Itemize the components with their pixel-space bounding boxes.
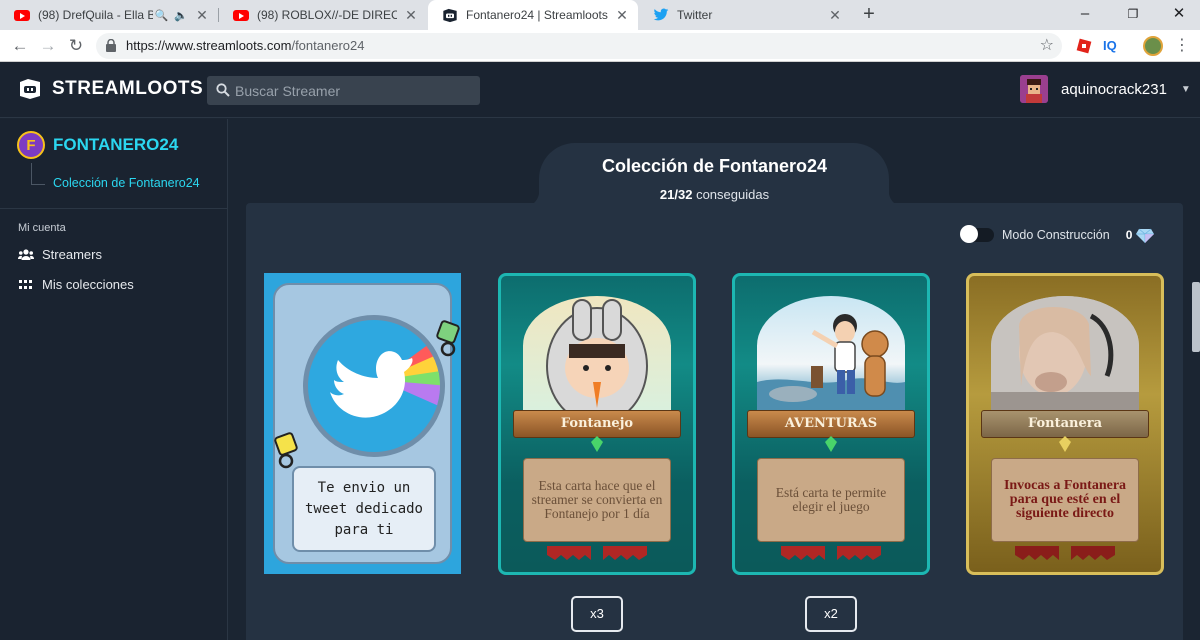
card-aventuras[interactable]: AVENTURAS Está carta te permite elegir e… xyxy=(732,273,930,575)
gem-icon xyxy=(1059,436,1071,452)
collection-progress: 21/32 conseguidas xyxy=(229,187,1200,202)
card-quantity-aventuras: x2 xyxy=(805,596,857,632)
card-fontanejo[interactable]: Fontanejo Esta carta hace que el streame… xyxy=(498,273,696,575)
ribbon-decoration xyxy=(547,546,647,560)
youtube-icon xyxy=(14,7,30,23)
sidebar-section-title: Mi cuenta xyxy=(18,222,66,234)
streamloots-icon xyxy=(442,7,458,23)
brand-name: STREAMLOOTS xyxy=(52,78,204,99)
sidebar-item-streamers[interactable]: Streamers xyxy=(18,247,102,262)
streamer-name: FONTANERO24 xyxy=(53,135,179,154)
gem-count: 0 xyxy=(1125,228,1133,242)
collection-title: Colección de Fontanero24 xyxy=(601,156,828,176)
tab-title: (98) DrefQuila - Ella Busca xyxy=(38,8,153,22)
users-icon xyxy=(18,248,34,260)
minimize-icon[interactable]: – xyxy=(1062,0,1108,30)
speaker-icon[interactable]: 🔈 xyxy=(174,9,188,22)
card-tweet[interactable]: Te envio un tweet dedicado para ti xyxy=(264,273,461,574)
browser-tab-bar: (98) DrefQuila - Ella Busca 🔍 🔈 ✕ (98) R… xyxy=(0,0,1200,30)
collection-count: 21/32 xyxy=(659,187,693,202)
reload-icon[interactable]: ↻ xyxy=(64,34,88,58)
sidebar-streamer-link[interactable]: F FONTANERO24 xyxy=(17,131,178,159)
browser-menu-icon[interactable]: ⋮ xyxy=(1172,36,1192,56)
gem-icon xyxy=(591,436,603,452)
browser-tab-2[interactable]: (98) ROBLOX//-DE DIRECTO ON ✕ xyxy=(219,0,427,30)
card-description: Invocas a Fontanera para que esté en el … xyxy=(991,458,1139,542)
username: aquinocrack231 xyxy=(1061,80,1167,98)
tab-title: Twitter xyxy=(677,8,713,22)
card-description: Esta carta hace que el streamer se convi… xyxy=(523,458,671,542)
url-field[interactable]: https://www.streamloots.com/fontanero24 … xyxy=(96,33,1062,59)
tab-title: Fontanero24 | Streamloots xyxy=(466,8,608,22)
user-avatar xyxy=(1020,75,1048,103)
search-input[interactable] xyxy=(235,76,475,105)
lock-icon xyxy=(106,39,116,52)
sidebar-item-label: Streamers xyxy=(42,247,102,262)
profile-avatar-icon[interactable] xyxy=(1143,36,1163,56)
url-text: https://www.streamloots.com/fontanero24 xyxy=(126,38,364,53)
tab-title: (98) ROBLOX//-DE DIRECTO ON xyxy=(257,8,397,22)
chevron-down-icon: ▼ xyxy=(1180,83,1191,95)
page-scrollbar[interactable] xyxy=(1192,282,1200,352)
search-icon: 🔍 xyxy=(154,9,169,22)
twitter-bird-icon xyxy=(653,7,669,23)
close-tab-icon[interactable]: ✕ xyxy=(827,7,843,23)
card-title: Fontanera xyxy=(981,410,1149,438)
card-tweet-inner: Te envio un tweet dedicado para ti xyxy=(273,283,460,564)
card-description: Está carta te permite elegir el juego xyxy=(757,458,905,542)
user-menu[interactable]: aquinocrack231 ▼ xyxy=(1020,75,1191,103)
site-header: STREAMLOOTS aquinocrack231 ▼ xyxy=(0,62,1200,118)
ring-icon xyxy=(436,320,460,357)
card-art xyxy=(991,296,1139,420)
search-icon xyxy=(216,83,230,97)
main-content: Colección de Fontanero24 21/32 conseguid… xyxy=(229,119,1200,640)
card-art xyxy=(523,296,671,420)
bookmark-star-icon[interactable]: ☆ xyxy=(1040,35,1054,55)
sidebar-item-mis-colecciones[interactable]: Mis colecciones xyxy=(18,277,134,292)
card-title: AVENTURAS xyxy=(747,410,915,438)
url-host: https://www.streamloots.com xyxy=(126,38,292,53)
roblox-extension-icon[interactable] xyxy=(1074,36,1094,56)
grid-icon xyxy=(19,279,32,289)
ring-icon xyxy=(274,432,298,469)
browser-tab-3[interactable]: Fontanero24 | Streamloots ✕ xyxy=(428,0,638,30)
browser-tab-4[interactable]: Twitter ✕ xyxy=(639,0,851,30)
forward-icon[interactable]: → xyxy=(36,34,60,58)
card-art xyxy=(757,296,905,420)
new-tab-button[interactable]: + xyxy=(858,4,880,26)
gem-icon xyxy=(825,436,837,452)
sidebar-divider xyxy=(0,208,227,209)
back-icon[interactable]: ← xyxy=(8,34,32,58)
ribbon-decoration xyxy=(1015,546,1115,560)
streamer-search[interactable] xyxy=(207,76,480,105)
browser-tab-1[interactable]: (98) DrefQuila - Ella Busca 🔍 🔈 ✕ xyxy=(0,0,218,30)
build-mode-toggle[interactable] xyxy=(960,225,994,243)
card-description: Te envio un tweet dedicado para ti xyxy=(292,466,436,552)
close-tab-icon[interactable]: ✕ xyxy=(403,7,419,23)
sidebar-collection-link[interactable]: Colección de Fontanero24 xyxy=(53,176,200,190)
gem-icon xyxy=(1136,228,1155,243)
youtube-icon xyxy=(233,7,249,23)
close-tab-icon[interactable]: ✕ xyxy=(194,7,210,23)
build-mode-control: Modo Construcción 0 xyxy=(960,225,1155,243)
streamloots-logo-icon xyxy=(20,79,40,99)
tree-connector xyxy=(31,163,45,185)
url-path: /fontanero24 xyxy=(291,38,365,53)
card-quantity-fontanejo: x3 xyxy=(571,596,623,632)
collection-count-suffix: conseguidas xyxy=(696,187,770,202)
iq-extension-icon[interactable]: IQ xyxy=(1103,36,1123,56)
streamloots-logo[interactable]: STREAMLOOTS xyxy=(18,78,203,100)
card-fontanera[interactable]: Fontanera Invocas a Fontanera para que e… xyxy=(966,273,1164,575)
sidebar: F FONTANERO24 Colección de Fontanero24 M… xyxy=(0,119,228,640)
twitter-bird-icon xyxy=(303,315,445,457)
build-mode-label: Modo Construcción xyxy=(1002,228,1110,242)
card-title: Fontanejo xyxy=(513,410,681,438)
close-window-icon[interactable]: ✕ xyxy=(1156,0,1200,30)
browser-address-bar: ← → ↻ https://www.streamloots.com/fontan… xyxy=(0,30,1200,62)
streamer-avatar: F xyxy=(17,131,45,159)
ribbon-decoration xyxy=(781,546,881,560)
sidebar-item-label: Mis colecciones xyxy=(42,277,134,292)
restore-icon[interactable]: ❐ xyxy=(1110,0,1156,30)
close-tab-icon[interactable]: ✕ xyxy=(614,7,630,23)
